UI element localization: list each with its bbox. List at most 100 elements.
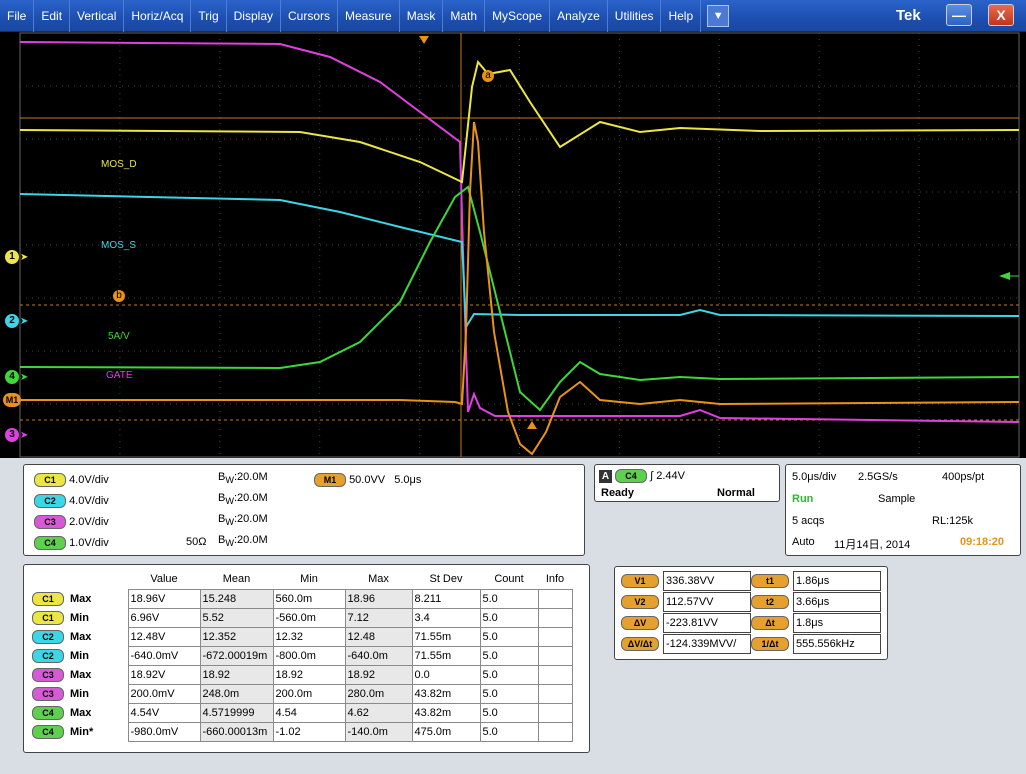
close-button[interactable]: X (988, 4, 1014, 26)
menu-utilities[interactable]: Utilities (608, 0, 662, 32)
minimize-button[interactable]: — (946, 4, 972, 26)
table-cell: 18.92 (199, 665, 274, 685)
menu-myscope[interactable]: MyScope (485, 0, 551, 32)
cursor-row: ΔV -223.81VV (621, 613, 751, 634)
menu-measure[interactable]: Measure (338, 0, 400, 32)
table-row[interactable]: C2 Min -640.0mV -672.00019m -800.0m -640.0m 71… (30, 646, 573, 666)
table-cell: 5.0 (479, 665, 539, 685)
table-cell: 12.32 (272, 627, 346, 647)
table-cell: 7.12 (344, 608, 413, 628)
ch3-ground-marker[interactable]: 3 (5, 428, 19, 442)
cursor-a-marker[interactable]: a (482, 70, 494, 82)
channel-row-c4[interactable]: C4 1.0V/div (34, 536, 109, 550)
channel-row-c2[interactable]: C2 4.0V/div (34, 494, 109, 508)
bandwidth-c2: BW:20.0M (218, 492, 268, 507)
menu-trig[interactable]: Trig (191, 0, 227, 32)
table-row[interactable]: C1 Max 18.96V 15.248 560.0m 18.96 8.211 5.0 (30, 589, 573, 609)
header-count: Count (494, 573, 524, 585)
measurement-source-badge: C3 (32, 668, 64, 682)
table-row[interactable]: C3 Max 18.92V 18.92 18.92 18.92 0.0 5.0 (30, 665, 573, 685)
table-cell: 18.96 (344, 589, 413, 609)
menu-help[interactable]: Help (661, 0, 702, 32)
table-row[interactable]: C4 Max 4.54V 4.5719999 4.54 4.62 43.82m 5.0 (30, 703, 573, 723)
run-state: Run (792, 493, 814, 505)
menu-dropdown-button[interactable]: ▼ (707, 4, 730, 27)
menu-math[interactable]: Math (443, 0, 486, 32)
table-cell: -140.0m (344, 722, 413, 742)
table-cell: 15.248 (199, 589, 274, 609)
cursor-row: t2 3.66μs (751, 592, 881, 613)
header-value: Value (150, 573, 178, 585)
table-cell: -640.0mV (127, 646, 201, 666)
bandwidth-c1: BW:20.0M (218, 471, 268, 486)
menu-display[interactable]: Display (227, 0, 281, 32)
table-row[interactable]: C2 Max 12.48V 12.352 12.32 12.48 71.55m 5.0 (30, 627, 573, 647)
table-cell: 5.0 (479, 608, 539, 628)
measurement-type: Max (70, 631, 92, 643)
ch1-ground-marker[interactable]: 1 (5, 250, 19, 264)
table-cell (537, 608, 573, 628)
cursor-badge: ΔV (621, 616, 659, 630)
measurement-type: Min (70, 650, 89, 662)
bandwidth-c3: BW:20.0M (218, 513, 268, 528)
table-row[interactable]: C3 Min 200.0mV 248.0m 200.0m 280.0m 43.82m 5.0 (30, 684, 573, 704)
menu-analyze[interactable]: Analyze (550, 0, 608, 32)
cursor-b-marker[interactable]: b (113, 290, 125, 302)
cursor-badge: t1 (751, 574, 789, 588)
cursor-readout-right: t1 1.86μs t2 3.66μs Δt 1.8μs 1/Δt 555.556kHz (751, 571, 881, 655)
cursor-value: 1.8μs (793, 613, 881, 633)
header-max: Max (368, 573, 389, 585)
menu-horiz-acq[interactable]: Horiz/Acq (124, 0, 192, 32)
trigger-position-marker[interactable] (419, 36, 429, 44)
math-row-m1[interactable]: M1 50.0VV 5.0μs (314, 473, 421, 487)
table-cell: -660.00013m (199, 722, 274, 742)
acquisition-panel[interactable]: 5.0μs/div 2.5GS/s 400ps/pt Run Sample 5 … (785, 464, 1021, 556)
trigger-panel[interactable]: A C4 ∫ 2.44V Ready Normal (594, 464, 780, 502)
label-scale: 5A/V (108, 331, 130, 342)
table-cell: 5.52 (199, 608, 274, 628)
trigger-slope-icon: ∫ (650, 470, 654, 482)
ch4-ground-marker[interactable]: 4 (5, 370, 19, 384)
table-row[interactable]: C4 Min* -980.0mV -660.00013m -1.02 -140.0m 475… (30, 722, 573, 742)
menu-vertical[interactable]: Vertical (70, 0, 125, 32)
cursor-readout-panel[interactable]: V1 336.38VV V2 112.57VV ΔV -223.81VV ΔV/Δt -124… (614, 566, 888, 660)
cursor-row: ΔV/Δt -124.339MVV/ (621, 634, 751, 655)
waveform-display[interactable]: a b MOS_D MOS_S 5A/V GATE 1 ➤ 2 ➤ 4 ➤ M1… (0, 32, 1026, 458)
table-row[interactable]: C1 Min 6.96V 5.52 -560.0m 7.12 3.4 5.0 (30, 608, 573, 628)
chevron-down-icon: ▼ (712, 9, 724, 22)
menu-file[interactable]: File (0, 0, 35, 32)
menu-edit[interactable]: Edit (34, 0, 71, 32)
cursor-marker-bottom (527, 421, 537, 429)
readout-area: C1 4.0V/div BW:20.0M C2 4.0V/div BW:20.0… (0, 458, 1026, 774)
measurement-source-badge: C2 (32, 630, 64, 644)
graticule-grid (20, 33, 1019, 457)
impedance-c4: 50Ω (186, 536, 207, 548)
table-cell: 4.5719999 (199, 703, 274, 723)
ch2-ground-marker[interactable]: 2 (5, 314, 19, 328)
cursor-row: Δt 1.8μs (751, 613, 881, 634)
cursor-badge: ΔV/Δt (621, 637, 659, 651)
measurement-type: Min* (70, 726, 94, 738)
cursor-badge: V1 (621, 574, 659, 588)
m1-ground-marker[interactable]: M1 (3, 393, 21, 407)
channel-row-c3[interactable]: C3 2.0V/div (34, 515, 109, 529)
acq-count: 5 acqs (792, 515, 825, 527)
menu-mask[interactable]: Mask (400, 0, 444, 32)
measurement-source-badge: C4 (32, 706, 64, 720)
cursor-value: -223.81VV (663, 613, 751, 633)
waveform-svg (19, 32, 1020, 458)
table-cell: 3.4 (411, 608, 481, 628)
table-cell (537, 684, 573, 704)
trigger-mode-auto: Auto (792, 536, 815, 548)
measurements-panel[interactable]: Value Mean Min Max St Dev Count Info C1 M… (23, 564, 590, 753)
cursor-value: 336.38VV (663, 571, 751, 591)
trigger-state: Ready (601, 487, 635, 499)
measurement-type: Max (70, 593, 92, 605)
table-cell: -980.0mV (127, 722, 201, 742)
label-gate: GATE (106, 370, 133, 381)
channel-row-c1[interactable]: C1 4.0V/div (34, 473, 109, 487)
trigger-source-badge: C4 (615, 469, 648, 483)
table-cell: -640.0m (344, 646, 413, 666)
math-time: 5.0μs (394, 474, 422, 486)
menu-cursors[interactable]: Cursors (281, 0, 339, 32)
